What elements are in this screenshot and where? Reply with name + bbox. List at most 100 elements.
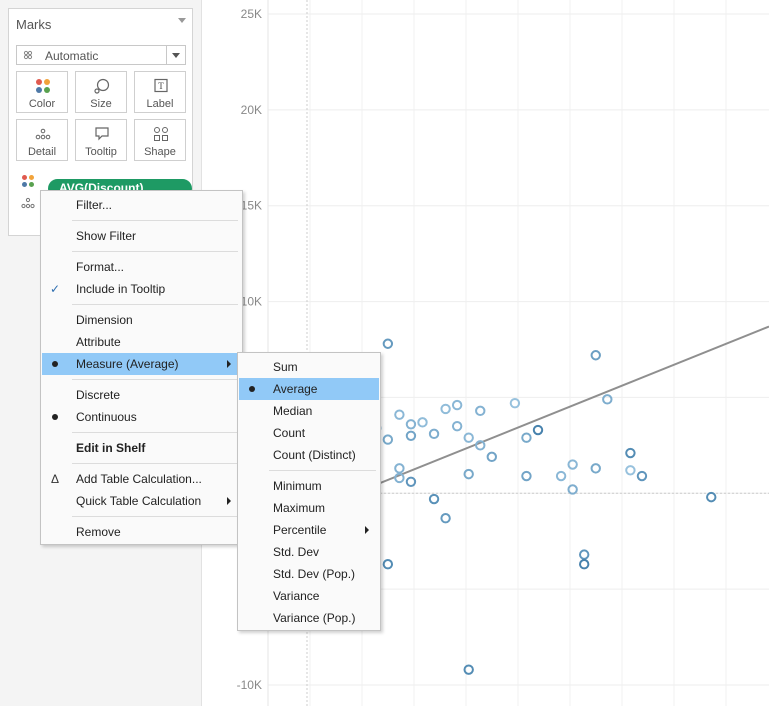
scatter-point[interactable] — [521, 432, 532, 443]
automatic-mark-icon — [23, 50, 33, 60]
context-menu-item[interactable]: Format... — [42, 256, 241, 278]
selected-dot-icon — [249, 386, 255, 392]
context-menu-item-label: Include in Tooltip — [76, 282, 166, 296]
submenu-item[interactable]: Std. Dev (Pop.) — [239, 563, 379, 585]
label-button-label: Label — [146, 98, 174, 110]
trend-line[interactable] — [341, 325, 769, 500]
scatter-point[interactable] — [451, 420, 463, 432]
y-tick-label: 10K — [241, 295, 262, 309]
scatter-point[interactable] — [590, 350, 601, 361]
context-menu-item[interactable]: Dimension — [42, 309, 241, 331]
submenu-arrow-icon — [365, 526, 369, 534]
menu-separator — [72, 432, 238, 433]
scatter-point[interactable] — [417, 417, 428, 428]
scatter-point[interactable] — [440, 513, 451, 524]
size-button[interactable]: Size — [75, 71, 127, 113]
submenu-item[interactable]: Std. Dev — [239, 541, 379, 563]
detail-encoding-icon — [21, 197, 35, 209]
context-menu-item-label: Attribute — [76, 335, 121, 349]
scatter-point[interactable] — [382, 559, 394, 570]
submenu-item[interactable]: Percentile — [239, 519, 379, 541]
chevron-down-icon[interactable] — [166, 46, 185, 64]
scatter-point[interactable] — [590, 463, 601, 474]
scatter-point[interactable] — [440, 403, 451, 415]
y-tick-label: 20K — [241, 103, 262, 117]
context-menu-item-label: Continuous — [76, 410, 137, 424]
scatter-point[interactable] — [625, 447, 636, 459]
label-button[interactable]: T Label — [134, 71, 186, 113]
field-context-menu[interactable]: Filter... Show Filter Format... ✓ Include in… — [40, 190, 243, 545]
color-button[interactable]: Color — [16, 71, 68, 113]
context-menu-item[interactable]: ✓ Include in Tooltip — [42, 278, 241, 300]
scatter-point[interactable] — [636, 470, 648, 482]
submenu-item-label: Minimum — [273, 479, 322, 493]
submenu-item-label: Variance — [273, 589, 320, 603]
scatter-point[interactable] — [625, 465, 636, 476]
scatter-point[interactable] — [475, 405, 486, 417]
y-tick-label: 25K — [241, 7, 262, 21]
measure-submenu[interactable]: Sum Average Median Count Count (Distinct) Min… — [237, 352, 381, 631]
submenu-item[interactable]: Median — [239, 400, 379, 422]
scatter-point[interactable] — [394, 463, 405, 474]
submenu-item[interactable]: Count (Distinct) — [239, 444, 379, 466]
submenu-arrow-icon — [227, 360, 231, 368]
scatter-point[interactable] — [532, 424, 544, 436]
scatter-point[interactable] — [521, 470, 532, 482]
scatter-point[interactable] — [706, 491, 717, 503]
scatter-point[interactable] — [579, 559, 590, 570]
context-menu-item[interactable]: Filter... — [42, 194, 241, 216]
color-button-label: Color — [28, 98, 56, 110]
detail-button[interactable]: Detail — [16, 119, 68, 161]
submenu-item-label: Average — [273, 382, 318, 396]
submenu-item-label: Count (Distinct) — [273, 448, 356, 462]
submenu-item[interactable]: Variance (Pop.) — [239, 607, 379, 629]
submenu-item[interactable]: Count — [239, 422, 379, 444]
detail-button-label: Detail — [27, 146, 57, 158]
submenu-item[interactable]: Maximum — [239, 497, 379, 519]
mark-type-dropdown[interactable]: Automatic — [16, 45, 186, 65]
submenu-item[interactable]: Average — [239, 378, 379, 400]
context-menu-item[interactable]: Attribute — [42, 331, 241, 353]
context-menu-item-label: Measure (Average) — [76, 357, 179, 371]
scatter-point[interactable] — [394, 409, 405, 420]
scatter-point[interactable] — [382, 338, 394, 349]
menu-separator — [72, 251, 238, 252]
context-menu-item-label: Filter... — [76, 198, 113, 212]
menu-separator — [72, 304, 238, 305]
context-menu-item[interactable]: Discrete — [42, 384, 241, 406]
tooltip-button[interactable]: Tooltip — [75, 119, 127, 161]
marks-card-collapse-icon[interactable] — [178, 18, 186, 23]
y-tick-label: -10K — [237, 678, 262, 692]
color-icon — [36, 79, 50, 93]
scatter-point[interactable] — [486, 451, 497, 463]
scatter-point[interactable] — [428, 493, 440, 505]
shape-icon — [154, 127, 168, 141]
shape-button[interactable]: Shape — [134, 119, 186, 161]
scatter-point[interactable] — [428, 428, 440, 440]
scatter-point[interactable] — [451, 399, 463, 411]
scatter-point[interactable] — [555, 470, 567, 482]
selected-dot-icon — [52, 361, 58, 367]
submenu-item-label: Std. Dev (Pop.) — [273, 567, 356, 581]
context-menu-item[interactable]: Continuous — [42, 406, 241, 428]
scatter-point[interactable] — [382, 434, 394, 445]
context-menu-item[interactable]: Show Filter — [42, 225, 241, 247]
context-menu-item[interactable]: Measure (Average) — [42, 353, 241, 375]
submenu-item[interactable]: Minimum — [239, 475, 379, 497]
detail-icon — [35, 128, 51, 140]
context-menu-item-label: Format... — [76, 260, 125, 274]
color-encoding-icon — [22, 175, 34, 187]
size-icon — [94, 78, 110, 94]
submenu-item-label: Variance (Pop.) — [273, 611, 356, 625]
context-menu-item[interactable]: Remove — [42, 521, 241, 543]
scatter-point[interactable] — [602, 394, 613, 405]
submenu-item[interactable]: Variance — [239, 585, 379, 607]
size-button-label: Size — [90, 98, 112, 110]
context-menu-item-label: Discrete — [76, 388, 121, 402]
scatter-point[interactable] — [579, 549, 590, 560]
submenu-item[interactable]: Sum — [239, 356, 379, 378]
context-menu-item[interactable]: Δ Add Table Calculation... — [42, 468, 241, 490]
submenu-arrow-icon — [227, 497, 231, 505]
context-menu-item[interactable]: Edit in Shelf — [42, 437, 241, 459]
context-menu-item[interactable]: Quick Table Calculation — [42, 490, 241, 512]
